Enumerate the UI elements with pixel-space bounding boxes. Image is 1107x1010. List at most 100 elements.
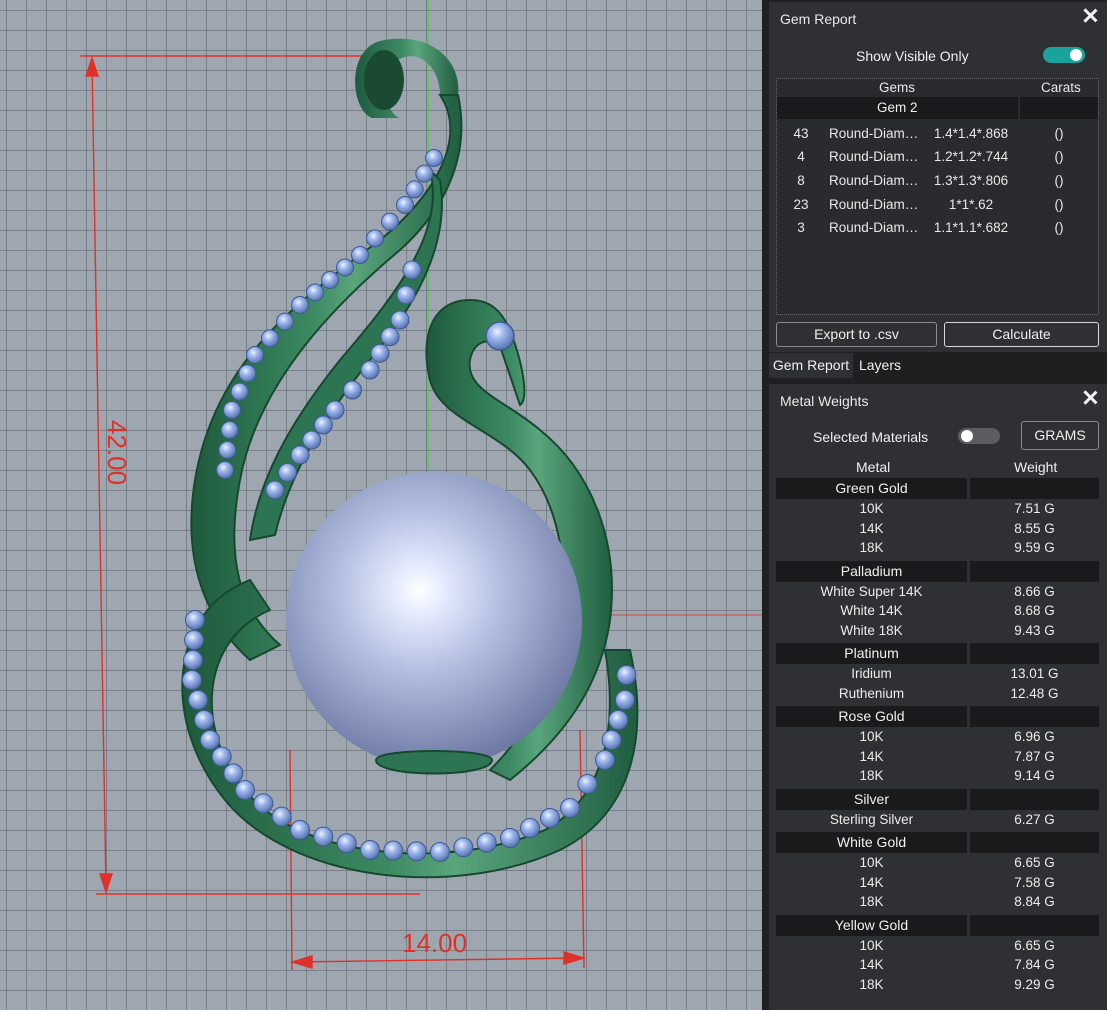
close-icon[interactable] — [1083, 390, 1097, 404]
metal-alloy-name: 14K — [859, 748, 884, 764]
tab-layers[interactable]: Layers — [853, 353, 907, 378]
close-icon[interactable] — [1083, 8, 1097, 22]
carats-column-header: Carats — [1041, 80, 1081, 95]
gem-stone — [321, 271, 339, 289]
gem-stone — [325, 400, 345, 420]
gem-count: 3 — [797, 220, 805, 235]
gem-stone — [218, 441, 237, 459]
gem-stone — [366, 229, 384, 248]
gem-report-panel: Gem Report Show Visible Only Gems Carats… — [769, 2, 1107, 352]
right-sidebar: Gem Report Show Visible Only Gems Carats… — [762, 0, 1107, 1010]
gem-stone — [370, 343, 390, 363]
gem-count: 8 — [797, 173, 805, 188]
gem-stone — [302, 430, 322, 450]
gem-stone — [276, 312, 294, 331]
gem-stone — [184, 630, 204, 650]
gem-carats: () — [1054, 149, 1064, 164]
pearl — [286, 472, 582, 768]
gem-count: 23 — [793, 197, 809, 212]
panel-tabs: Gem Report Layers — [769, 353, 1107, 378]
metal-alloy-name: 14K — [859, 874, 884, 890]
metal-alloy-weight: 6.65 G — [1014, 937, 1055, 953]
metal-alloy-weight: 9.59 G — [1014, 540, 1055, 555]
metal-group-bar-weight — [970, 914, 1099, 936]
metal-group-bar-weight — [970, 560, 1099, 582]
gem-stone — [383, 840, 404, 861]
calculate-button[interactable]: Calculate — [944, 322, 1099, 347]
export-csv-button[interactable]: Export to .csv — [776, 322, 937, 347]
table-row[interactable]: 23 Round-Diamond 1*1*.62 () — [777, 194, 1098, 217]
gem-table: Gems Carats Gem 2 43 Round-Diamond 1.4*1… — [776, 78, 1099, 315]
gem-group-label: Gem 2 — [877, 100, 918, 115]
gem-stone — [390, 310, 410, 330]
metal-alloy-weight: 8.66 G — [1014, 583, 1055, 599]
gem-stone — [601, 730, 622, 750]
metal-alloy-weight: 7.51 G — [1014, 501, 1055, 516]
gem-stone — [396, 196, 414, 214]
metal-alloy-name: Sterling Silver — [829, 811, 914, 827]
gems-column-header: Gems — [879, 80, 916, 95]
metal-alloy-weight: 6.96 G — [1014, 729, 1055, 744]
gem-stone — [306, 283, 324, 302]
show-visible-only-label: Show Visible Only — [856, 48, 969, 64]
metal-alloy-weight: 7.84 G — [1014, 957, 1055, 972]
gem-stone — [290, 820, 310, 840]
gem-stone — [396, 285, 416, 305]
gem-stone — [290, 445, 310, 465]
gem-size: 1.3*1.3*.806 — [933, 173, 1009, 188]
metal-alloy-name: 10K — [859, 729, 884, 744]
metal-alloy-name: Ruthenium — [838, 685, 905, 701]
selected-materials-toggle[interactable] — [958, 428, 1000, 444]
gem-stone — [415, 164, 434, 183]
metal-alloy-weight: 9.43 G — [1014, 622, 1055, 638]
metal-column-header: Metal — [856, 459, 891, 475]
metal-alloy-weight: 8.68 G — [1014, 603, 1055, 618]
metal-alloy-weight: 7.87 G — [1014, 748, 1055, 764]
metal-group-label: Palladium — [840, 562, 903, 579]
gem-stone — [291, 296, 309, 314]
gem-stone — [540, 808, 560, 828]
gem-name: Round-Diamond — [829, 173, 921, 188]
gem-stone — [616, 665, 637, 685]
metal-group-bar-weight — [970, 832, 1099, 853]
table-row[interactable]: 8 Round-Diamond 1.3*1.3*.806 () — [777, 170, 1098, 193]
gem-stone — [185, 610, 205, 630]
metal-alloy-name: White 14K — [840, 603, 903, 618]
gem-stone — [351, 246, 369, 264]
metal-group-label: Platinum — [844, 645, 899, 661]
gem-stone — [246, 346, 264, 364]
gem-report-title: Gem Report — [780, 11, 857, 27]
gem-stone — [336, 258, 354, 277]
metal-alloy-weight: 7.58 G — [1014, 874, 1055, 890]
gem-name: Round-Diamond — [829, 126, 921, 141]
metal-alloy-weight: 9.14 G — [1014, 768, 1055, 783]
gem-size: 1.1*1.1*.682 — [933, 220, 1009, 235]
metal-weights-title: Metal Weights — [780, 393, 869, 409]
gem-stone — [194, 710, 214, 730]
gem-stone — [360, 360, 380, 380]
table-row[interactable]: 3 Round-Diamond 1.1*1.1*.682 () — [777, 217, 1098, 240]
table-row[interactable]: 43 Round-Diamond 1.4*1.4*.868 () — [777, 123, 1098, 146]
gem-size: 1*1*.62 — [948, 197, 994, 212]
tab-gem-report[interactable]: Gem Report — [769, 353, 853, 378]
gem-stone — [278, 463, 297, 482]
gem-stone — [216, 461, 234, 479]
width-dimension-label: 14.00 — [402, 928, 468, 958]
selected-materials-label: Selected Materials — [813, 429, 929, 445]
gem-carats: () — [1054, 197, 1064, 212]
metal-alloy-name: Iridium — [851, 666, 892, 681]
gem-stone — [183, 650, 203, 670]
gem-stone — [211, 746, 232, 767]
gem-stone — [560, 798, 580, 818]
table-row[interactable]: 4 Round-Diamond 1.2*1.2*.744 () — [777, 146, 1098, 169]
metal-alloy-weight: 12.48 G — [1010, 685, 1059, 701]
show-visible-only-toggle[interactable] — [1043, 47, 1085, 63]
metal-alloy-weight: 6.65 G — [1014, 855, 1055, 870]
3d-viewport[interactable]: 42.00 14.00 — [0, 0, 762, 1010]
gem-stone — [381, 212, 399, 231]
metal-alloy-name: 10K — [859, 855, 884, 870]
metal-alloy-name: 14K — [859, 520, 884, 536]
gem-stone — [235, 780, 255, 800]
gem-stone — [577, 774, 598, 794]
units-button[interactable]: GRAMS — [1021, 421, 1099, 450]
